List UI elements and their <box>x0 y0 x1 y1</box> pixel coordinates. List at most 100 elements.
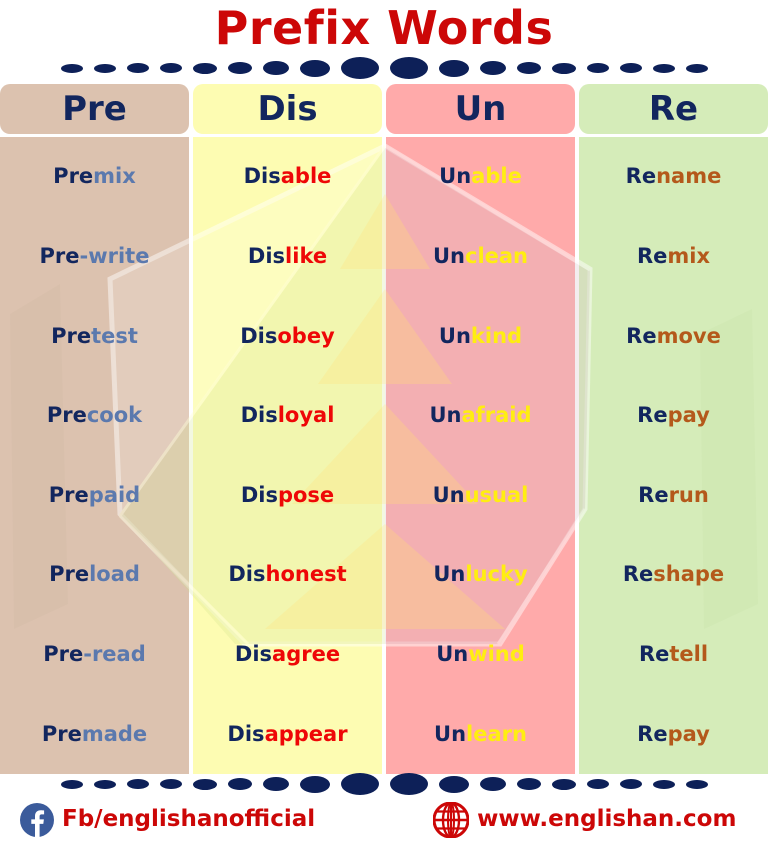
globe-icon[interactable] <box>433 801 470 838</box>
prefix-word: Remove <box>626 325 721 347</box>
dotted-divider-bottom <box>0 771 768 797</box>
word-prefix: Dis <box>243 164 281 189</box>
word-prefix: Re <box>637 403 668 428</box>
word-cell: Disobey <box>193 296 382 376</box>
word-prefix: Dis <box>234 642 273 667</box>
prefix-word: Retell <box>639 644 708 665</box>
word-cell: Pre-write <box>0 217 189 297</box>
divider-dot <box>685 63 708 73</box>
word-prefix: Dis <box>240 482 278 507</box>
word-prefix: Re <box>622 562 654 587</box>
divider-dot <box>586 63 609 73</box>
prefix-column-pre: Pre Premix Pre-write Pretest Precook Prepaid P… <box>0 84 189 774</box>
word-prefix: Pre <box>48 482 89 507</box>
divider-dot <box>652 63 675 73</box>
divider-dot <box>299 775 330 793</box>
divider-dot <box>299 59 330 77</box>
word-suffix: pose <box>277 482 335 507</box>
word-prefix: Pre <box>53 164 94 189</box>
prefix-column-re: Re Rename Remix Remove Repay Rerun Reshape Rete… <box>579 84 768 774</box>
word-prefix: Pre <box>43 642 84 667</box>
word-suffix: test <box>91 323 138 348</box>
divider-dot <box>93 63 116 73</box>
column-header-label: Re <box>648 89 699 129</box>
column-header-un: Un <box>386 84 575 134</box>
word-prefix: Un <box>429 403 462 428</box>
divider-dot <box>389 773 428 795</box>
word-suffix: pay <box>667 403 710 428</box>
column-header-pre: Pre <box>0 84 189 134</box>
facebook-icon[interactable] <box>20 802 54 837</box>
word-suffix: tell <box>669 642 709 667</box>
word-prefix: Re <box>637 721 668 746</box>
prefix-word: Pretest <box>51 323 138 348</box>
column-body: Disable Dislike Disobey Disloyal Dispose Dish… <box>193 137 382 774</box>
divider-dot <box>619 63 642 73</box>
word-cell: Disagree <box>193 615 382 695</box>
word-prefix: Un <box>436 642 469 667</box>
prefix-word: Unkind <box>439 323 523 348</box>
word-suffix: name <box>656 164 722 189</box>
word-cell: Precook <box>0 376 189 456</box>
prefix-word: Premade <box>41 721 147 746</box>
page-title: Prefix Words <box>214 1 554 55</box>
website-link-text: www.englishan.com <box>477 806 737 832</box>
word-cell: Dishonest <box>193 535 382 615</box>
word-prefix: Pre <box>51 323 92 348</box>
prefix-word: Repay <box>637 405 710 426</box>
word-cell: Unusual <box>386 456 575 536</box>
divider-dot <box>516 62 541 74</box>
prefix-word: Disappear <box>227 721 348 746</box>
word-suffix: appear <box>264 721 348 746</box>
divider-dot <box>389 57 428 79</box>
divider-dot <box>126 63 149 73</box>
divider-dot <box>340 57 379 79</box>
prefix-word: Rename <box>626 166 722 187</box>
word-suffix: cook <box>86 403 143 428</box>
divider-dot <box>227 778 252 790</box>
word-suffix: shape <box>653 562 725 587</box>
word-suffix: pay <box>667 721 710 746</box>
word-cell: Unafraid <box>386 376 575 456</box>
facebook-handle[interactable]: Fb/englishanofficial <box>20 802 315 837</box>
word-cell: Unwind <box>386 615 575 695</box>
prefix-word: Pre-write <box>40 243 150 268</box>
prefix-word: Rerun <box>638 484 709 506</box>
divider-dot <box>551 778 576 790</box>
word-prefix: Un <box>433 562 466 587</box>
prefix-word: Disagree <box>235 644 340 665</box>
word-cell: Unlearn <box>386 694 575 774</box>
prefix-column-un: Un Unable Unclean Unkind Unafraid Unusual Unlu… <box>386 84 575 774</box>
divider-dot <box>60 63 83 73</box>
word-suffix: loyal <box>277 403 335 428</box>
prefix-words-infographic: Prefix Words Pre Premix Pre-write Pretes… <box>0 0 768 844</box>
prefix-word: Unafraid <box>429 405 531 426</box>
divider-dot <box>126 779 149 789</box>
word-suffix: kind <box>470 323 523 348</box>
divider-dot <box>60 779 83 789</box>
prefix-word: Disable <box>244 166 332 187</box>
word-suffix: obey <box>277 323 335 348</box>
prefix-word: Repay <box>637 721 710 746</box>
word-suffix: -write <box>79 243 150 268</box>
divider-dot <box>438 775 469 793</box>
word-prefix: Pre <box>41 721 82 746</box>
column-header-label: Dis <box>257 89 318 129</box>
prefix-word: Reshape <box>623 564 724 585</box>
word-suffix: honest <box>265 562 347 587</box>
word-suffix: learn <box>466 721 527 746</box>
prefix-word: Disloyal <box>241 405 335 426</box>
word-cell: Premade <box>0 694 189 774</box>
divider-dot <box>619 779 642 789</box>
divider-dot <box>685 779 708 789</box>
divider-dot <box>93 779 116 789</box>
word-suffix: load <box>89 562 140 587</box>
prefix-word: Remix <box>637 245 710 267</box>
word-prefix: Dis <box>240 323 278 348</box>
word-prefix: Un <box>432 243 465 268</box>
divider-dot <box>192 778 217 790</box>
word-prefix: Dis <box>227 721 265 746</box>
word-cell: Unlucky <box>386 535 575 615</box>
title-bar: Prefix Words <box>0 0 768 56</box>
website-link[interactable]: www.englishan.com <box>433 801 737 838</box>
